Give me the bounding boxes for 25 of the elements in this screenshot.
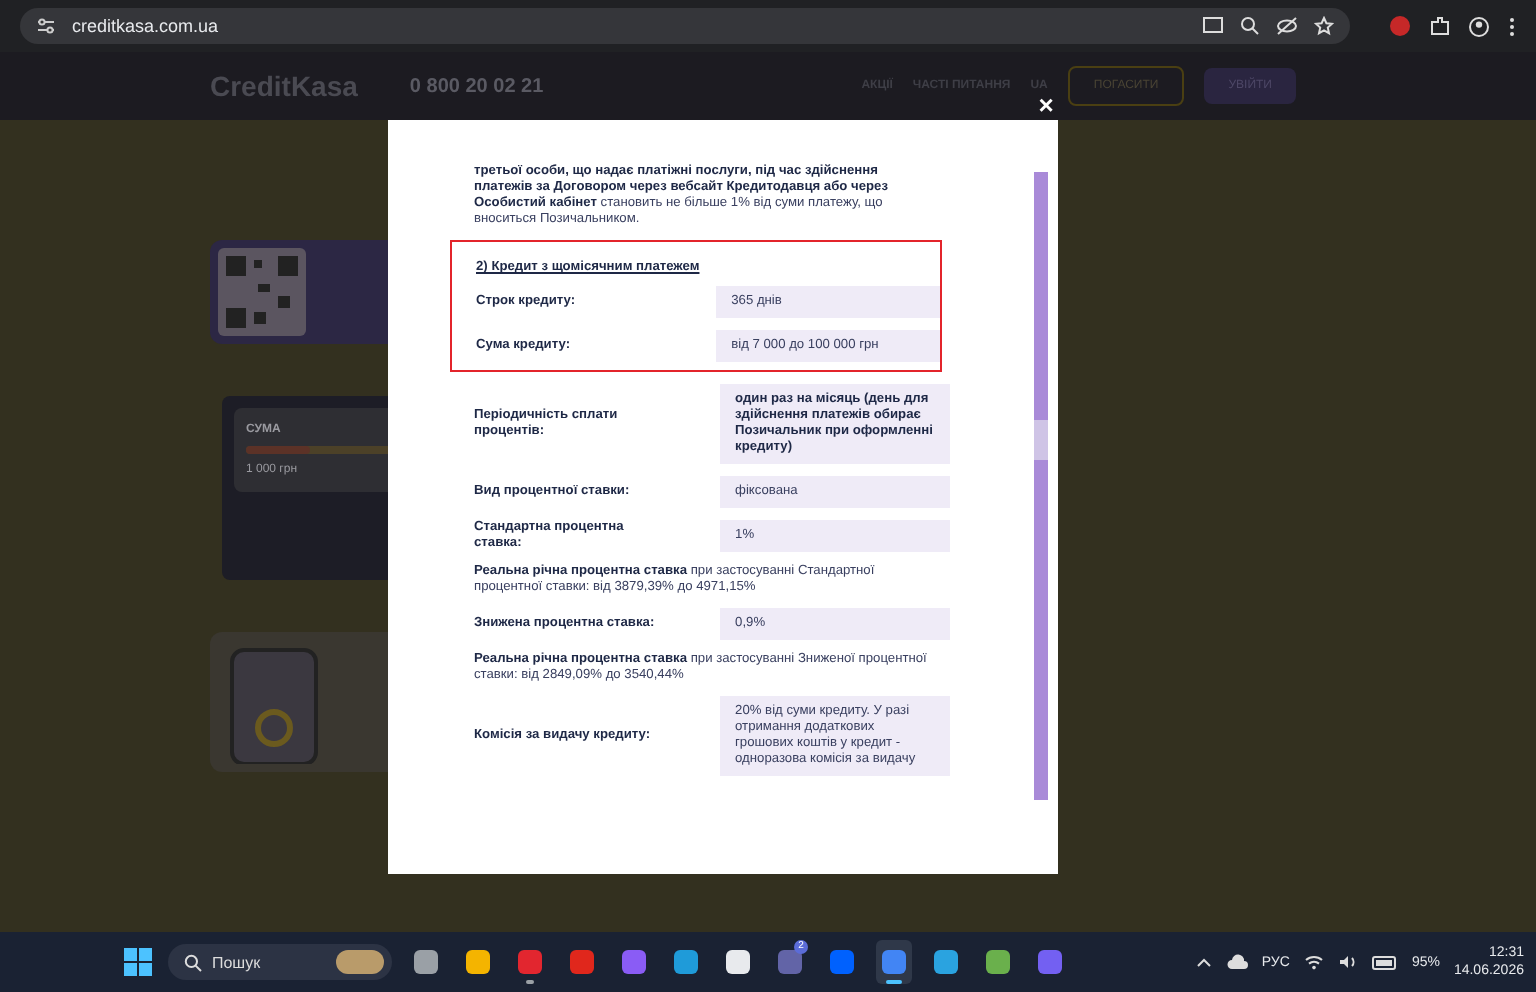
url-text: creditkasa.com.ua bbox=[72, 16, 219, 36]
wifi-icon[interactable] bbox=[1303, 954, 1324, 970]
menu-icon[interactable] bbox=[1508, 15, 1516, 37]
volume-icon[interactable] bbox=[1337, 954, 1358, 970]
puzzle-icon[interactable] bbox=[1430, 16, 1450, 36]
taskbar-app[interactable] bbox=[875, 940, 912, 984]
search-icon bbox=[183, 953, 202, 971]
star-icon[interactable] bbox=[1314, 16, 1334, 36]
chevron-up-icon[interactable] bbox=[1195, 956, 1212, 968]
cloud-icon[interactable] bbox=[1225, 954, 1248, 970]
zoom-icon[interactable] bbox=[1240, 16, 1260, 36]
taskbar-search[interactable]: Пошук bbox=[167, 944, 392, 980]
battery-icon[interactable] bbox=[1371, 955, 1398, 969]
extension-avatar-icon[interactable] bbox=[1388, 14, 1412, 38]
windows-start-icon[interactable] bbox=[123, 948, 152, 976]
close-button[interactable]: × bbox=[1032, 92, 1060, 118]
profile-icon[interactable] bbox=[1468, 15, 1490, 37]
phone-number: 0 800 20 02 21 bbox=[409, 75, 544, 97]
cast-icon[interactable] bbox=[1202, 16, 1224, 36]
phone-drawing bbox=[230, 648, 318, 764]
eye-off-icon[interactable] bbox=[1276, 16, 1298, 36]
address-bar[interactable]: creditkasa.com.ua bbox=[20, 8, 1350, 44]
site-settings-icon[interactable] bbox=[36, 16, 56, 36]
qr-code-drawing bbox=[218, 248, 306, 336]
scrollbar[interactable] bbox=[1034, 172, 1048, 800]
